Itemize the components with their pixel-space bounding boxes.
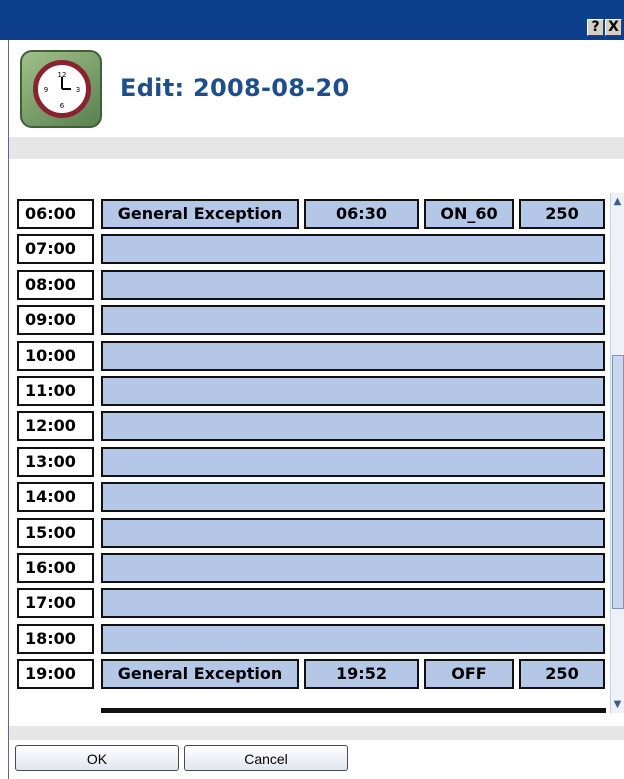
window-titlebar: ? X (0, 0, 624, 40)
row-partial-edge (101, 708, 606, 713)
entry-time-cell[interactable]: 06:30 (304, 199, 419, 229)
hour-label: 17:00 (17, 588, 94, 618)
help-button[interactable]: ? (587, 19, 604, 36)
close-button[interactable]: X (605, 19, 622, 36)
entry-name-cell[interactable]: General Exception (101, 199, 299, 229)
hour-label: 06:00 (17, 199, 94, 229)
empty-time-slot[interactable] (101, 482, 605, 512)
hour-label: 19:00 (17, 659, 94, 689)
header-divider-bar (9, 137, 624, 159)
entry-state-cell[interactable]: ON_60 (424, 199, 514, 229)
empty-time-slot[interactable] (101, 553, 605, 583)
hour-label: 15:00 (17, 518, 94, 548)
empty-time-slot[interactable] (101, 447, 605, 477)
footer-divider-bar (9, 726, 624, 740)
scrollbar-thumb[interactable] (612, 355, 624, 609)
hour-label: 08:00 (17, 270, 94, 300)
empty-time-slot[interactable] (101, 411, 605, 441)
svg-text:9: 9 (44, 86, 48, 94)
hour-label: 07:00 (17, 234, 94, 264)
empty-time-slot[interactable] (101, 518, 605, 548)
empty-time-slot[interactable] (101, 234, 605, 264)
hour-label: 18:00 (17, 624, 94, 654)
clock-icon: 12 3 6 9 (20, 50, 102, 128)
svg-text:3: 3 (76, 86, 80, 94)
empty-time-slot[interactable] (101, 305, 605, 335)
empty-time-slot[interactable] (101, 270, 605, 300)
entry-time-cell[interactable]: 19:52 (304, 659, 419, 689)
entry-state-cell[interactable]: OFF (424, 659, 514, 689)
empty-time-slot[interactable] (101, 376, 605, 406)
hour-label: 12:00 (17, 411, 94, 441)
vertical-scrollbar[interactable]: ▲ ▼ (610, 193, 624, 713)
entry-value-cell[interactable]: 250 (519, 199, 605, 229)
hour-label: 09:00 (17, 305, 94, 335)
page-title: Edit: 2008-08-20 (120, 74, 350, 102)
entry-value-cell[interactable]: 250 (519, 659, 605, 689)
cancel-button[interactable]: Cancel (184, 745, 348, 771)
scroll-up-icon[interactable]: ▲ (611, 195, 624, 208)
hour-label: 11:00 (17, 376, 94, 406)
hour-label: 10:00 (17, 341, 94, 371)
entry-name-cell[interactable]: General Exception (101, 659, 299, 689)
scroll-down-icon[interactable]: ▼ (611, 698, 624, 711)
empty-time-slot[interactable] (101, 624, 605, 654)
hour-label: 13:00 (17, 447, 94, 477)
empty-time-slot[interactable] (101, 341, 605, 371)
svg-text:6: 6 (60, 102, 65, 110)
empty-time-slot[interactable] (101, 588, 605, 618)
ok-button[interactable]: OK (15, 745, 179, 771)
hour-label: 16:00 (17, 553, 94, 583)
hour-label: 14:00 (17, 482, 94, 512)
